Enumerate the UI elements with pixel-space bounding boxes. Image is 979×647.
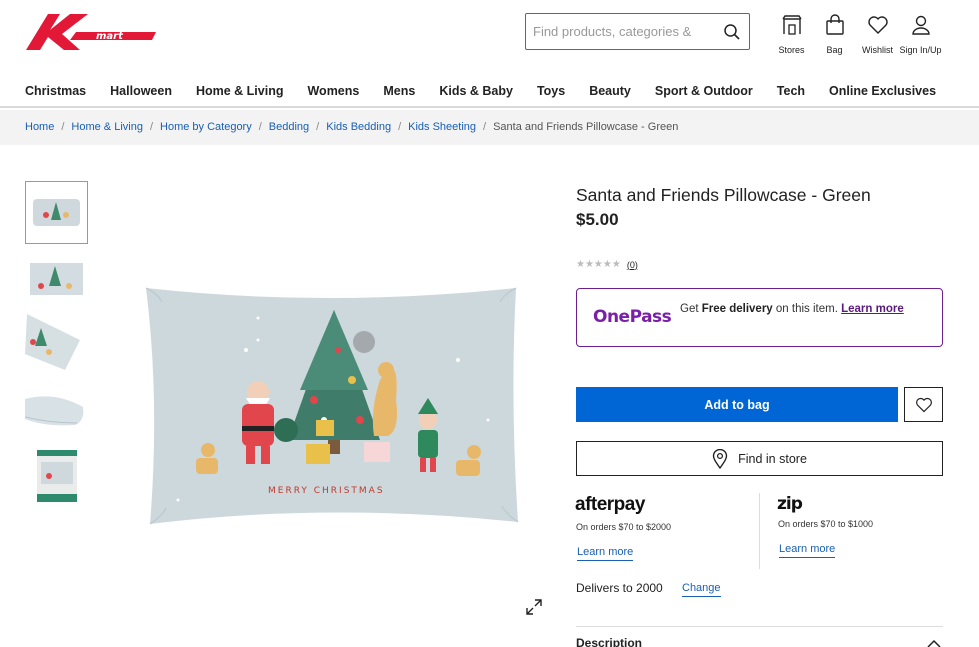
- onepass-free-delivery: Free delivery: [701, 303, 773, 315]
- breadcrumb-bar: Home / Home & Living / Home by Category / B…: [0, 110, 979, 145]
- breadcrumb-home-living[interactable]: Home & Living: [71, 121, 143, 133]
- afterpay-logo: afterpay: [575, 494, 645, 515]
- location-pin-icon: [712, 448, 728, 469]
- site-header: mart Stores Bag Wi: [0, 0, 979, 108]
- afterpay-terms: On orders $70 to $2000: [576, 522, 672, 532]
- search-box[interactable]: [525, 13, 750, 50]
- nav-toys[interactable]: Toys: [537, 84, 565, 98]
- find-in-store-button[interactable]: Find in store: [576, 441, 943, 476]
- bag-link[interactable]: Bag: [813, 14, 856, 55]
- breadcrumb-separator: /: [483, 121, 487, 133]
- breadcrumb-separator: /: [398, 121, 402, 133]
- signin-label: Sign In/Up: [899, 45, 942, 55]
- nav-mens[interactable]: Mens: [383, 84, 415, 98]
- zip-terms: On orders $70 to $1000: [778, 519, 874, 529]
- heart-icon: [915, 397, 932, 412]
- thumbnail-image: [33, 199, 80, 226]
- thumbnail-3[interactable]: [25, 312, 88, 372]
- wishlist-link[interactable]: Wishlist: [856, 14, 899, 55]
- onepass-text-post: on this item.: [772, 303, 842, 315]
- expand-icon[interactable]: [525, 598, 543, 616]
- merry-christmas-text: MERRY CHRISTMAS: [268, 486, 385, 496]
- main-nav: Christmas Halloween Home & Living Womens…: [25, 84, 960, 98]
- nav-christmas[interactable]: Christmas: [25, 84, 86, 98]
- onepass-logo: OnePass: [593, 307, 672, 327]
- product-price: $5.00: [576, 210, 619, 229]
- zip-logo: zip: [777, 494, 803, 514]
- onepass-text: Get Free delivery on this item. Learn mo…: [680, 303, 930, 316]
- breadcrumb-kids-sheeting[interactable]: Kids Sheeting: [408, 121, 476, 133]
- breadcrumb-kids-bedding[interactable]: Kids Bedding: [326, 121, 391, 133]
- add-to-wishlist-button[interactable]: [904, 387, 943, 422]
- thumbnail-image: [37, 450, 77, 502]
- breadcrumb-separator: /: [316, 121, 320, 133]
- search-input[interactable]: [526, 24, 706, 39]
- thumbnail-image: [25, 314, 80, 370]
- rating: ★★★★★ (0): [576, 259, 638, 270]
- breadcrumb-home-by-category[interactable]: Home by Category: [160, 121, 252, 133]
- bag-icon: [825, 14, 844, 35]
- breadcrumb: Home / Home & Living / Home by Category / B…: [25, 121, 678, 133]
- chevron-up-icon[interactable]: [926, 637, 942, 647]
- thumbnail-1[interactable]: [25, 181, 88, 244]
- heart-icon: [867, 16, 888, 34]
- onepass-banner: OnePass Get Free delivery on this item. …: [576, 288, 943, 347]
- thumbnail-image: [30, 263, 83, 295]
- onepass-text-pre: Get: [680, 303, 702, 315]
- thumbnail-image: [24, 396, 84, 426]
- nav-sport-outdoor[interactable]: Sport & Outdoor: [655, 84, 753, 98]
- breadcrumb-current: Santa and Friends Pillowcase - Green: [493, 121, 679, 133]
- find-in-store-label: Find in store: [738, 451, 807, 466]
- onepass-learn-more-link[interactable]: Learn more: [841, 303, 904, 315]
- breadcrumb-separator: /: [61, 121, 65, 133]
- add-to-bag-button[interactable]: Add to bag: [576, 387, 898, 422]
- change-postcode-link[interactable]: Change: [682, 582, 721, 597]
- breadcrumb-home[interactable]: Home: [25, 121, 54, 133]
- nav-home-living[interactable]: Home & Living: [196, 84, 284, 98]
- nav-halloween[interactable]: Halloween: [110, 84, 172, 98]
- nav-kids-baby[interactable]: Kids & Baby: [439, 84, 513, 98]
- review-count-link[interactable]: (0): [627, 260, 638, 270]
- thumbnail-4[interactable]: [24, 389, 88, 429]
- star-rating: ★★★★★: [576, 259, 621, 270]
- signin-link[interactable]: Sign In/Up: [899, 14, 942, 55]
- breadcrumb-bedding[interactable]: Bedding: [269, 121, 309, 133]
- nav-tech[interactable]: Tech: [777, 84, 805, 98]
- breadcrumb-separator: /: [149, 121, 154, 133]
- kmart-logo[interactable]: mart: [26, 12, 156, 54]
- nav-womens[interactable]: Womens: [307, 84, 359, 98]
- breadcrumb-separator: /: [258, 121, 262, 133]
- product-title: Santa and Friends Pillowcase - Green: [576, 185, 871, 205]
- product-image: MERRY CHRISTMAS: [145, 287, 519, 525]
- user-icon: [911, 15, 930, 35]
- store-icon: [781, 15, 802, 35]
- nav-beauty[interactable]: Beauty: [589, 84, 631, 98]
- description-toggle[interactable]: Description: [576, 636, 642, 647]
- thumbnail-2[interactable]: [25, 259, 88, 299]
- search-icon[interactable]: [723, 23, 741, 41]
- description-divider: [576, 626, 943, 627]
- nav-online-exclusives[interactable]: Online Exclusives: [829, 84, 936, 98]
- bag-label: Bag: [826, 45, 843, 55]
- payment-divider: [759, 493, 760, 569]
- thumbnail-5[interactable]: [25, 448, 88, 504]
- wishlist-label: Wishlist: [862, 45, 893, 55]
- zip-learn-more-link[interactable]: Learn more: [779, 543, 836, 558]
- afterpay-learn-more-link[interactable]: Learn more: [577, 546, 634, 561]
- stores-link[interactable]: Stores: [770, 14, 813, 55]
- stores-label: Stores: [778, 45, 805, 55]
- delivery-location: Delivers to 2000: [576, 581, 663, 595]
- logo-text: mart: [96, 31, 124, 42]
